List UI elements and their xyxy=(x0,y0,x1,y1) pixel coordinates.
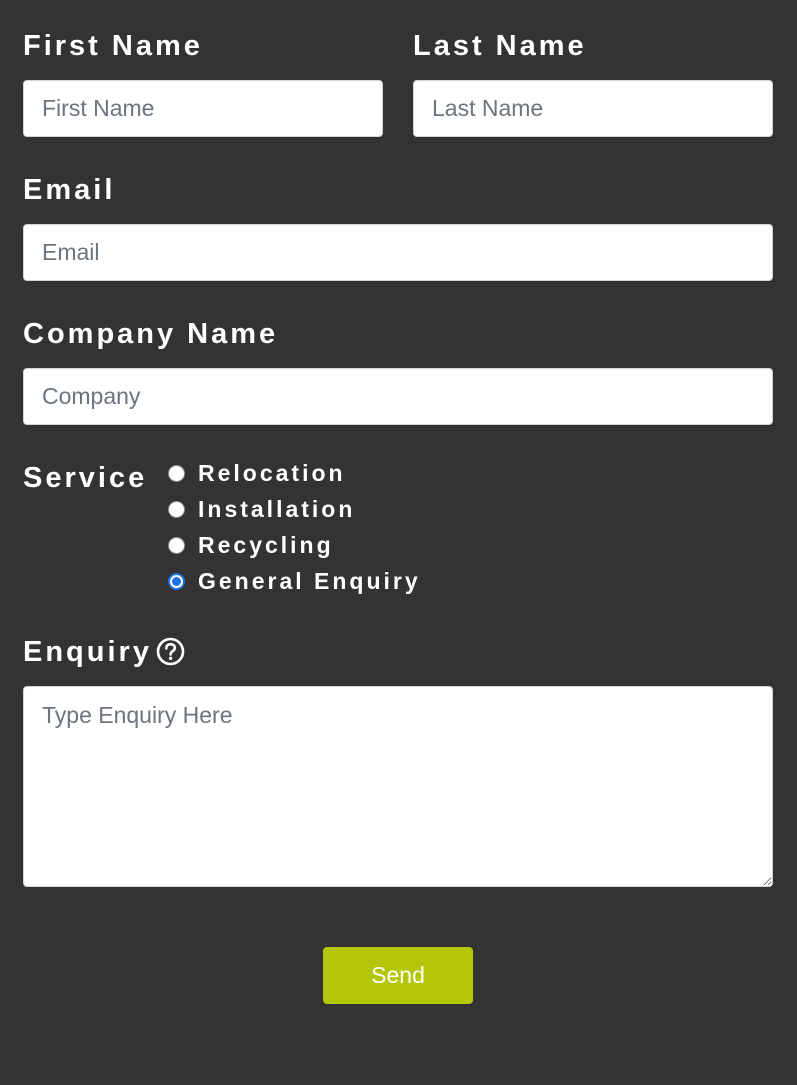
last-name-label: Last Name xyxy=(413,30,587,62)
question-circle-icon[interactable] xyxy=(156,637,185,666)
radio-recycling[interactable] xyxy=(168,536,185,554)
first-name-label: First Name xyxy=(23,30,203,62)
service-option-label: Installation xyxy=(198,495,356,522)
service-option-label: Relocation xyxy=(198,459,346,486)
radio-relocation[interactable] xyxy=(168,464,185,482)
service-option-relocation[interactable]: Relocation xyxy=(166,458,346,488)
service-option-general-enquiry[interactable]: General Enquiry xyxy=(166,566,421,596)
enquiry-label: Enquiry xyxy=(23,636,152,668)
email-input[interactable] xyxy=(23,224,773,281)
last-name-input[interactable] xyxy=(413,80,773,137)
service-option-recycling[interactable]: Recycling xyxy=(166,530,334,560)
send-button[interactable]: Send xyxy=(323,947,473,1004)
radio-installation[interactable] xyxy=(168,500,185,518)
service-label: Service xyxy=(23,462,148,494)
service-option-label: General Enquiry xyxy=(198,567,421,594)
radio-general-enquiry[interactable] xyxy=(168,572,185,590)
company-name-label: Company Name xyxy=(23,318,279,350)
service-option-installation[interactable]: Installation xyxy=(166,494,355,524)
company-input[interactable] xyxy=(23,368,773,425)
enquiry-textarea[interactable] xyxy=(23,686,773,887)
service-option-label: Recycling xyxy=(198,531,334,558)
first-name-input[interactable] xyxy=(23,80,383,137)
email-label: Email xyxy=(23,174,116,206)
